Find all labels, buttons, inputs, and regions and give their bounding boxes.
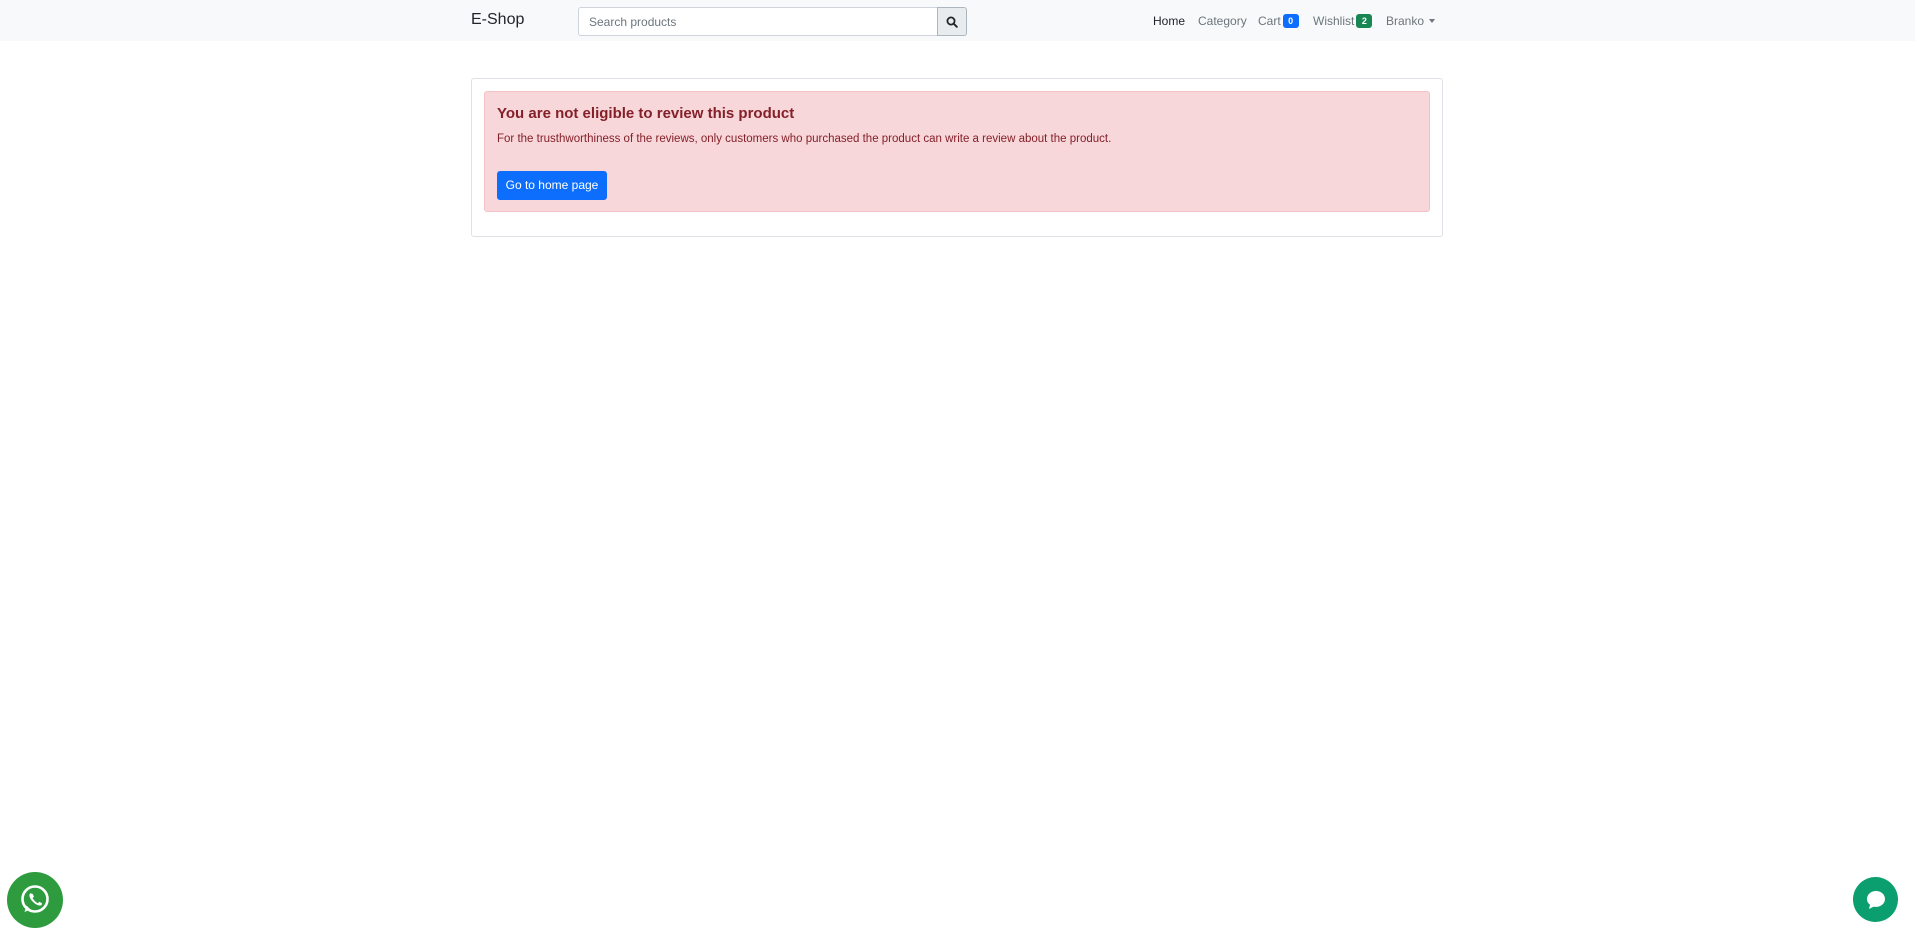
search-button[interactable] xyxy=(937,7,967,36)
cart-count-badge: 0 xyxy=(1282,14,1299,28)
chat-icon xyxy=(1866,890,1885,909)
chat-widget-button[interactable] xyxy=(1853,877,1898,922)
cart-label: Cart xyxy=(1258,14,1281,28)
search-group xyxy=(578,7,967,36)
go-home-button[interactable]: Go to home page xyxy=(497,171,607,200)
review-card: You are not eligible to review this prod… xyxy=(471,78,1443,237)
wishlist-count-badge: 2 xyxy=(1356,14,1373,28)
nav-category-link[interactable]: Category xyxy=(1198,12,1247,30)
whatsapp-icon xyxy=(21,885,49,913)
top-navbar: E-Shop Home Category Cart 0 Wishlist 2 B… xyxy=(0,0,1915,41)
alert-message: For the trusthworthiness of the reviews,… xyxy=(497,133,1112,145)
user-menu-dropdown[interactable]: Branko xyxy=(1386,12,1436,30)
user-name: Branko xyxy=(1386,14,1425,28)
nav-home-link[interactable]: Home xyxy=(1153,12,1185,30)
brand-logo-link[interactable]: E-Shop xyxy=(471,10,524,30)
wishlist-label: Wishlist xyxy=(1313,14,1355,28)
not-eligible-alert: You are not eligible to review this prod… xyxy=(484,91,1430,212)
nav-cart-link[interactable]: Cart 0 xyxy=(1258,12,1299,30)
chevron-down-icon xyxy=(1429,19,1436,23)
whatsapp-button[interactable] xyxy=(7,872,63,928)
alert-title: You are not eligible to review this prod… xyxy=(497,105,795,122)
search-icon xyxy=(946,16,958,28)
nav-wishlist-link[interactable]: Wishlist 2 xyxy=(1313,12,1373,30)
search-input[interactable] xyxy=(578,7,937,36)
